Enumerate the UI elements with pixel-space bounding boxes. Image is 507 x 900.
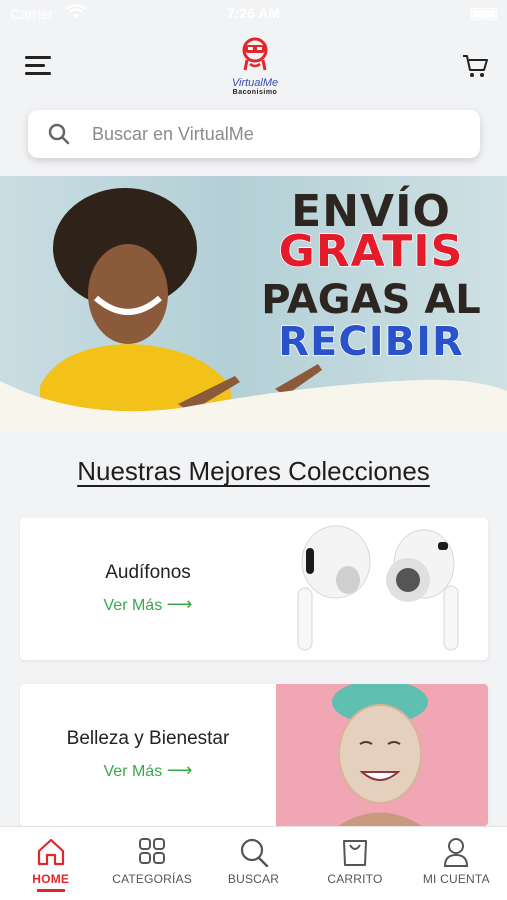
collection-card-belleza[interactable]: Belleza y Bienestar Ver Más ⟶	[20, 684, 488, 826]
bottom-nav: HOME CATEGORÍAS BUSCAR CARRITO MI CUENTA	[0, 826, 507, 900]
nav-carrito[interactable]: CARRITO	[304, 827, 405, 900]
grid-icon	[139, 838, 166, 864]
nav-buscar[interactable]: BUSCAR	[203, 827, 304, 900]
ver-mas-link[interactable]: Ver Más ⟶	[20, 760, 276, 781]
collection-title: Belleza y Bienestar	[66, 728, 230, 749]
arrow-right-icon: ⟶	[166, 760, 193, 780]
active-indicator	[36, 889, 65, 892]
nav-categorias[interactable]: CATEGORÍAS	[101, 827, 202, 900]
search-input[interactable]	[92, 118, 462, 150]
virtualme-logo[interactable]: VirtualMe Baconisimo	[215, 36, 295, 100]
collections-title: Nuestras Mejores Colecciones	[77, 456, 430, 486]
earbuds-image	[276, 518, 488, 660]
cart-icon	[463, 55, 488, 77]
nav-home[interactable]: HOME	[0, 827, 101, 900]
logo-name: VirtualMe	[231, 77, 279, 89]
nav-label: CARRITO	[327, 872, 383, 886]
search-icon	[48, 123, 70, 145]
status-bar: Carrier 7:26 AM	[0, 0, 507, 30]
user-icon	[444, 838, 469, 867]
nav-label: MI CUENTA	[422, 872, 490, 886]
banner-line-recibir: RECIBIR	[277, 319, 464, 365]
search-bar[interactable]	[28, 110, 480, 158]
ver-mas-link[interactable]: Ver Más ⟶	[20, 594, 276, 615]
logo-mascot-icon	[242, 37, 268, 71]
logo-tagline: Baconisimo	[232, 89, 278, 96]
collection-title: Audífonos	[105, 562, 191, 583]
nav-label: HOME	[32, 872, 70, 886]
facial-mask-image	[276, 684, 488, 826]
cart-button[interactable]	[461, 52, 489, 80]
menu-button[interactable]	[22, 52, 56, 80]
nav-label: BUSCAR	[227, 872, 280, 886]
hamburger-menu-icon	[25, 56, 51, 59]
clock: 7:26 AM	[226, 5, 281, 21]
promo-banner[interactable]: ENVÍO GRATIS PAGAS AL RECIBIR	[0, 176, 507, 432]
battery-icon	[471, 8, 497, 20]
banner-line-pagas: PAGAS AL	[261, 277, 481, 323]
nav-label: CATEGORÍAS	[112, 872, 192, 886]
arrow-right-icon: ⟶	[166, 594, 193, 614]
search-icon	[240, 838, 268, 867]
collection-card-audifonos[interactable]: Audífonos Ver Más ⟶	[20, 518, 488, 660]
banner-line-gratis: GRATIS	[278, 226, 464, 277]
nav-mi-cuenta[interactable]: MI CUENTA	[406, 827, 507, 900]
app-header: VirtualMe Baconisimo	[0, 30, 507, 102]
home-icon	[37, 838, 64, 866]
bag-icon	[342, 840, 367, 866]
